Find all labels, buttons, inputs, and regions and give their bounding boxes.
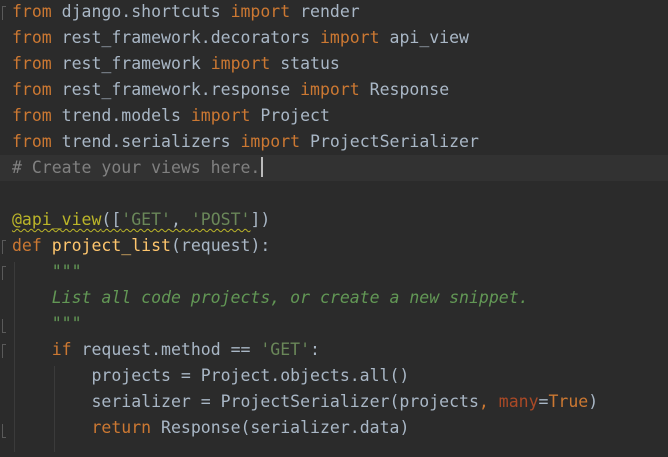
code-token: rest_framework.decorators [51, 28, 320, 47]
code-token: many [498, 392, 539, 411]
code-token: projects = Project.objects.all() [12, 366, 410, 385]
code-token: ) [588, 392, 599, 411]
code-token: ProjectSerializer [300, 132, 479, 151]
code-token: from [12, 106, 52, 125]
code-token: import [190, 106, 251, 125]
code-line[interactable]: from trend.serializers import ProjectSer… [12, 129, 479, 155]
code-token: ]) [250, 210, 271, 229]
fold-marker-imports-start[interactable] [0, 6, 6, 20]
code-token: List all code projects, or create a new … [12, 288, 529, 307]
code-token: if [51, 340, 72, 359]
code-token: import [319, 28, 380, 47]
code-token: trend.serializers [51, 132, 241, 151]
code-line[interactable]: def project_list(request): [12, 233, 270, 259]
code-token: Project [250, 106, 330, 125]
code-line[interactable]: if request.method == 'GET': [12, 337, 320, 363]
code-token: render [290, 2, 360, 21]
code-token: request.method == [71, 340, 261, 359]
fold-marker-docstring-end[interactable] [0, 319, 6, 333]
fold-marker-if-start[interactable] [0, 344, 6, 358]
fold-marker-function-start[interactable] [0, 240, 6, 254]
text-caret [261, 157, 264, 177]
code-line[interactable]: from rest_framework.response import Resp… [12, 77, 449, 103]
code-token: # Create your views here. [12, 158, 261, 177]
code-line[interactable]: """ [12, 259, 82, 285]
code-token: = [538, 392, 549, 411]
code-line[interactable]: @api_view(['GET', 'POST']) [12, 207, 270, 233]
code-editor[interactable]: from django.shortcuts import render from … [0, 0, 668, 457]
code-line[interactable]: from django.shortcuts import render [12, 0, 360, 25]
code-line[interactable]: projects = Project.objects.all() [12, 363, 409, 389]
code-token: 'GET' [121, 210, 171, 229]
code-token: from [12, 54, 52, 73]
code-token: 'POST' [190, 210, 251, 229]
code-token: , [170, 210, 191, 229]
code-line[interactable]: from rest_framework.decorators import ap… [12, 25, 469, 51]
code-token: 'GET' [260, 340, 311, 359]
code-token: from [12, 132, 52, 151]
code-token: api_view [379, 28, 469, 47]
code-token: status [270, 54, 340, 73]
code-token: return [91, 418, 152, 437]
code-token: import [230, 2, 291, 21]
code-token: @api_view [12, 210, 102, 229]
code-line[interactable]: List all code projects, or create a new … [12, 285, 529, 311]
code-token: rest_framework [51, 54, 211, 73]
code-line[interactable]: return Response(serializer.data) [12, 415, 409, 441]
code-token: ([ [101, 210, 122, 229]
code-token: , [478, 392, 499, 411]
code-token: (request): [170, 236, 271, 255]
code-line[interactable]: """ [12, 311, 82, 337]
code-token: """ [12, 314, 82, 333]
code-token: from [12, 28, 52, 47]
code-token: import [240, 132, 301, 151]
code-line[interactable]: # Create your views here. [0, 155, 668, 181]
code-token: import [300, 80, 360, 99]
code-token: rest_framework.response [51, 80, 301, 99]
code-token: def [12, 236, 42, 255]
code-token: django.shortcuts [51, 2, 231, 21]
code-token: from [12, 80, 52, 99]
fold-marker-docstring-start[interactable] [0, 266, 6, 280]
code-line[interactable]: serializer = ProjectSerializer(projects,… [12, 389, 598, 415]
code-token: serializer = ProjectSerializer(projects [12, 392, 479, 411]
code-token: project_list [51, 236, 171, 255]
code-line[interactable]: from rest_framework import status [12, 51, 340, 77]
code-token: import [210, 54, 271, 73]
code-token: Response [359, 80, 450, 99]
code-token: : [310, 340, 320, 359]
code-token: trend.models [51, 106, 191, 125]
fold-marker-if-end[interactable] [0, 424, 6, 438]
code-line[interactable]: from trend.models import Project [12, 103, 330, 129]
code-token: """ [12, 262, 82, 281]
code-token: Response(serializer.data) [151, 418, 410, 437]
code-token: from [12, 2, 52, 21]
code-token: True [548, 392, 589, 411]
